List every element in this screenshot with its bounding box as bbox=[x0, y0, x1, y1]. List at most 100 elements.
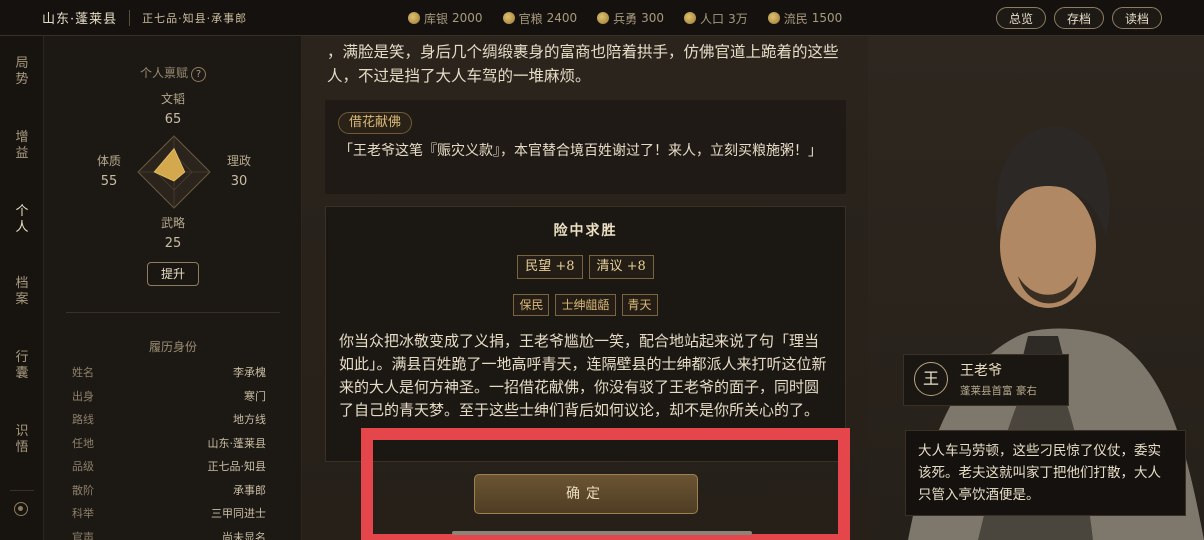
stat-value: 3万 bbox=[728, 11, 748, 26]
nav-label: 局势 bbox=[15, 56, 29, 87]
upgrade-button[interactable]: 提升 bbox=[147, 262, 199, 286]
nav-item-bag[interactable]: 行囊 bbox=[0, 350, 44, 382]
nav-label: 个人 bbox=[15, 204, 29, 235]
panel-divider bbox=[66, 312, 280, 313]
stat-population: 人口 3万 bbox=[684, 10, 748, 27]
stat-label: 流民 bbox=[783, 11, 808, 26]
resume-list: 姓名 李承槐 出身 寒门 路线 地方线 任地 山东·蓬莱县 品级 正七品·知县 散阶 承事郎… bbox=[72, 361, 266, 540]
resume-key: 官声 bbox=[72, 530, 94, 540]
attr-value: 65 bbox=[164, 112, 182, 127]
resume-value: 李承槐 bbox=[233, 366, 266, 379]
highlight-box bbox=[361, 428, 850, 540]
settings-icon[interactable] bbox=[14, 502, 28, 516]
help-icon[interactable]: ? bbox=[191, 67, 206, 82]
resume-value: 正七品·知县 bbox=[207, 460, 267, 473]
resource-stats: 库银 2000 官粮 2400 兵勇 300 人口 3万 流民 1500 bbox=[408, 0, 842, 36]
result-title: 险中求胜 bbox=[553, 223, 618, 239]
attr-label: 武略 bbox=[160, 216, 185, 230]
resume-value: 承事郎 bbox=[233, 483, 266, 497]
nav-label: 行囊 bbox=[15, 350, 29, 381]
stat-refugees: 流民 1500 bbox=[767, 10, 843, 27]
character-speech: 大人车马劳顿，这些刁民惊了仪仗，委实该死。老夫这就叫家丁把他们打散，大人只管入亭… bbox=[905, 430, 1186, 516]
resume-value: 寒门 bbox=[244, 389, 266, 403]
divider bbox=[129, 9, 131, 26]
resume-row: 姓名 李承槐 bbox=[72, 361, 266, 385]
choice-tag: 借花献佛 bbox=[338, 112, 413, 134]
attr-wulue: 武略 25 bbox=[148, 214, 198, 251]
attr-label: 理政 bbox=[226, 154, 251, 168]
nav-item-buffs[interactable]: 增益 bbox=[0, 130, 44, 162]
side-nav: 局势 增益 个人 档案 行囊 识悟 bbox=[0, 36, 44, 540]
resume-key: 品级 bbox=[72, 460, 94, 473]
load-button[interactable]: 读档 bbox=[1111, 7, 1162, 29]
soldier-icon bbox=[597, 12, 610, 24]
effect-opinion: 清议 +8 bbox=[588, 255, 654, 279]
resume-row: 任地 山东·蓬莱县 bbox=[72, 432, 266, 456]
face-shape bbox=[1000, 184, 1096, 308]
overview-button[interactable]: 总览 bbox=[995, 7, 1046, 29]
top-buttons: 总览 存档 读档 bbox=[995, 7, 1162, 29]
home-indicator[interactable] bbox=[452, 531, 752, 535]
resume-value: 尚未显名 bbox=[222, 530, 266, 540]
attr-label: 文韬 bbox=[160, 92, 185, 106]
rank-label: 正七品·知县·承事郎 bbox=[142, 11, 248, 25]
attr-label: 体质 bbox=[96, 154, 121, 168]
attr-value: 25 bbox=[164, 236, 182, 251]
talents-title: 个人禀赋? bbox=[44, 64, 301, 82]
tag-item: 士绅龃龉 bbox=[555, 294, 616, 316]
tag-list: 保民 士绅龃龉 青天 bbox=[325, 294, 846, 316]
nav-item-insight[interactable]: 识悟 bbox=[0, 424, 44, 456]
resume-key: 姓名 bbox=[72, 366, 94, 379]
population-icon bbox=[684, 12, 697, 24]
resume-value: 三甲同进士 bbox=[211, 507, 266, 520]
nav-label: 识悟 bbox=[15, 424, 29, 455]
stat-value: 1500 bbox=[811, 11, 843, 25]
region-label: 山东·蓬莱县 bbox=[42, 12, 118, 27]
nav-divider bbox=[10, 490, 34, 491]
resume-row: 散阶 承事郎 bbox=[72, 479, 266, 503]
stat-value: 2000 bbox=[452, 11, 483, 25]
attr-wentao: 文韬 65 bbox=[148, 90, 198, 127]
nav-item-personal[interactable]: 个人 bbox=[0, 204, 44, 236]
stat-label: 库银 bbox=[424, 11, 449, 26]
resume-row: 科举 三甲同进士 bbox=[72, 502, 266, 526]
resume-key: 路线 bbox=[72, 413, 94, 426]
resume-key: 任地 bbox=[72, 436, 94, 450]
silver-icon bbox=[408, 12, 420, 24]
effect-list: 民望 +8 清议 +8 bbox=[325, 255, 846, 279]
stat-label: 官粮 bbox=[518, 11, 543, 26]
talent-radar-chart bbox=[137, 135, 211, 209]
stat-label: 人口 bbox=[700, 11, 725, 26]
story-paragraph: ，满脸是笑，身后几个绸缎裹身的富商也陪着拱手，仿佛官道上跪着的这些人，不过是挡了… bbox=[327, 43, 839, 85]
stat-label: 兵勇 bbox=[613, 11, 638, 26]
nav-item-situation[interactable]: 局势 bbox=[0, 56, 44, 88]
character-name: 王老爷 bbox=[960, 363, 1002, 379]
character-desc: 蓬莱县首富 豪右 bbox=[960, 385, 1037, 397]
talents-title-text: 个人禀赋 bbox=[139, 66, 188, 80]
choice-text: 「王老爷这笔『赈灾义款』，本官替合境百姓谢过了！来人，立刻买粮施粥！」 bbox=[339, 143, 822, 159]
nav-label: 档案 bbox=[15, 276, 29, 307]
resume-key: 出身 bbox=[72, 389, 94, 403]
attr-tizhi: 体质 55 bbox=[84, 152, 134, 189]
stat-silver: 库银 2000 bbox=[408, 10, 483, 27]
character-seal: 王 bbox=[914, 362, 948, 396]
attr-lizheng: 理政 30 bbox=[214, 152, 264, 189]
stat-grain: 官粮 2400 bbox=[502, 10, 578, 27]
effect-reputation: 民望 +8 bbox=[517, 255, 583, 279]
stat-value: 2400 bbox=[546, 11, 578, 25]
nav-label: 增益 bbox=[15, 130, 29, 161]
resume-row: 官声 尚未显名 bbox=[72, 526, 266, 540]
grain-icon bbox=[502, 12, 515, 24]
resume-row: 路线 地方线 bbox=[72, 408, 266, 432]
resume-key: 散阶 bbox=[72, 483, 94, 497]
resume-value: 山东·蓬莱县 bbox=[207, 436, 267, 450]
nav-item-archive[interactable]: 档案 bbox=[0, 276, 44, 308]
tag-item: 青天 bbox=[621, 294, 658, 316]
stat-soldiers: 兵勇 300 bbox=[597, 10, 664, 27]
save-button[interactable]: 存档 bbox=[1053, 7, 1104, 29]
resume-title: 履历身份 bbox=[148, 340, 197, 354]
attr-value: 55 bbox=[100, 174, 118, 189]
attr-value: 30 bbox=[230, 174, 248, 189]
resume-row: 品级 正七品·知县 bbox=[72, 455, 266, 479]
resume-row: 出身 寒门 bbox=[72, 385, 266, 409]
